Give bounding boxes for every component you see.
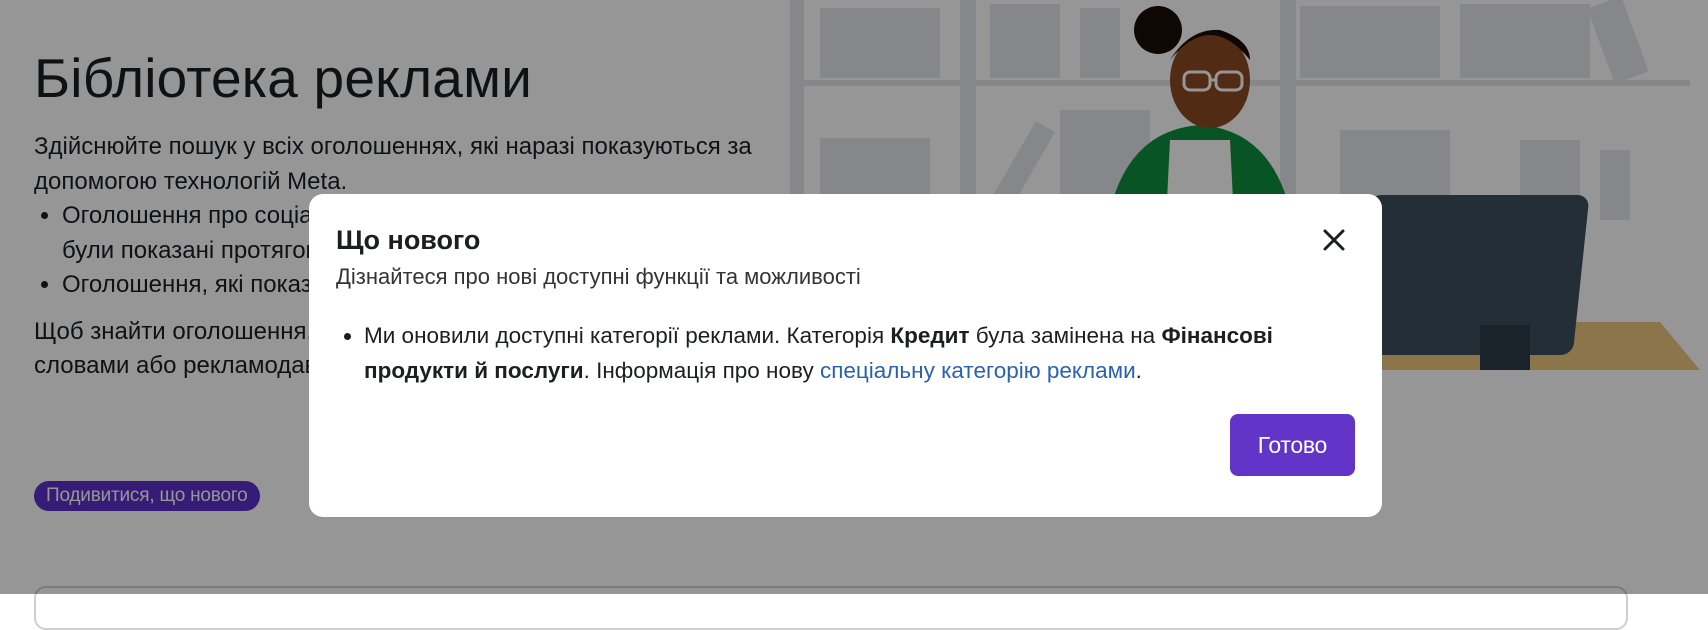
update-text: . Інформація про нову: [583, 358, 820, 383]
update-text: .: [1135, 358, 1142, 383]
update-text: Ми оновили доступні категорії реклами. К…: [364, 323, 891, 348]
category-credit: Кредит: [890, 323, 970, 348]
update-item: Ми оновили доступні категорії реклами. К…: [364, 318, 1355, 388]
update-text: була замінена на: [969, 323, 1162, 348]
close-icon: [1323, 229, 1345, 251]
done-button[interactable]: Готово: [1229, 414, 1355, 476]
whats-new-dialog: Що нового Дізнайтеся про нові доступні ф…: [309, 194, 1382, 517]
special-ad-category-link[interactable]: спеціальну категорію реклами: [820, 358, 1136, 383]
dialog-updates-list: Ми оновили доступні категорії реклами. К…: [336, 318, 1355, 388]
dialog-title: Що нового: [336, 225, 481, 255]
dialog-subtitle: Дізнайтеся про нові доступні функції та …: [336, 264, 861, 289]
close-button[interactable]: [1316, 222, 1352, 258]
